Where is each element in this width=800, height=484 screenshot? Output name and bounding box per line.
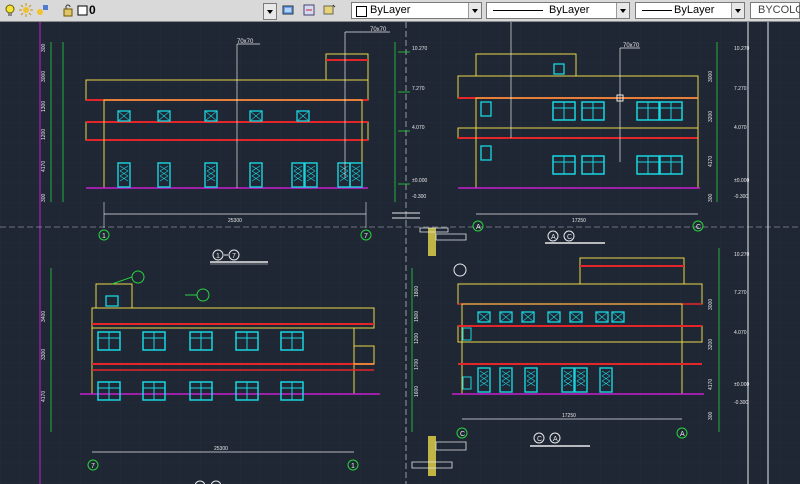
layer-match-icon[interactable] [322, 3, 336, 17]
linetype-sample [493, 10, 543, 11]
elev2-title-axis-a: A [551, 234, 556, 241]
color-swatch [356, 6, 367, 17]
elev3-overall-dim: 25300 [214, 446, 228, 452]
elev2-level-2: 4.070 [734, 125, 747, 131]
elev2-level-3: ±0.000 [734, 178, 749, 184]
linetype-value: ByLayer [549, 4, 590, 16]
lineweight-value: ByLayer [674, 4, 715, 16]
layer-previous-icon[interactable] [302, 3, 316, 17]
elev2-title-axis-b: C [567, 234, 572, 241]
elev2-dim-0: 3000 [708, 71, 714, 82]
elev1-level-2: 4.070 [412, 125, 425, 131]
elev1-axis-left: 1 [102, 233, 106, 240]
elev4-ldim-4: 1600 [414, 386, 420, 397]
elev4-rdim-2: 4170 [708, 379, 714, 390]
elev3-dim-1: 3300 [41, 349, 47, 360]
elev2-axis-right: C [696, 224, 701, 231]
sun-icon[interactable] [19, 3, 33, 17]
elev2-level-1: 7.270 [734, 86, 747, 92]
elev4-ldim-1: 1500 [414, 311, 420, 322]
lineweight-sample [642, 10, 672, 11]
elev1-dim-1: 3000 [41, 71, 47, 82]
linetype-control[interactable]: ByLayer [486, 2, 630, 19]
elev4-ldim-3: 1700 [414, 359, 420, 370]
elev4-level-3: ±0.000 [734, 382, 749, 388]
elev2-level-4: -0.300 [734, 194, 748, 200]
elev4-level-1: 7.270 [734, 290, 747, 296]
elev1-tag2: 70x70 [370, 27, 387, 33]
elev1-tag: 70x70 [237, 39, 254, 45]
layer-dropdown[interactable] [86, 2, 278, 20]
elev2-level-0: 10.270 [734, 46, 750, 52]
plotstyle-value: BYCOLOR [758, 4, 800, 16]
drawing-canvas[interactable]: 70x70 70x70 300 3000 1300 1200 4170 300 … [0, 22, 800, 484]
elev4-overall-dim: 17250 [562, 413, 576, 419]
elev4-rdim-0: 3000 [708, 299, 714, 310]
color-chevron-down-icon[interactable] [468, 3, 481, 18]
lightbulb-icon[interactable] [3, 3, 17, 17]
elev3-dim-0: 3400 [41, 311, 47, 322]
elev4-level-0: 10.270 [734, 252, 750, 258]
lineweight-chevron-down-icon[interactable] [731, 3, 744, 18]
make-current-icon[interactable] [282, 3, 296, 17]
elev4-level-4: -0.300 [734, 400, 748, 406]
linetype-chevron-down-icon[interactable] [616, 3, 629, 18]
elev4-axis-right: A [680, 431, 685, 438]
elev4-ldim-2: 1200 [414, 333, 420, 344]
plotstyle-control[interactable]: BYCOLOR [750, 2, 800, 19]
elev3-axis-left: 7 [91, 463, 95, 470]
elev4-title-axis-a: C [537, 436, 542, 443]
elev1-overall-dim: 25300 [228, 218, 242, 224]
elev1-level-0: 10.270 [412, 46, 428, 52]
elev1-title-axis-a: 1 [216, 253, 220, 260]
color-value: ByLayer [370, 4, 411, 16]
elev2-dim-1: 3200 [708, 111, 714, 122]
elev2-overall-dim: 17250 [572, 218, 586, 224]
elev3-dim-2: 4170 [41, 391, 47, 402]
elev4-rdim-1: 3200 [708, 339, 714, 350]
layer-lock-icon[interactable] [61, 3, 75, 17]
elev1-dim-4: 4170 [41, 161, 47, 172]
elev2-tag: 70x70 [623, 43, 640, 49]
layer-dropdown-chevron-icon[interactable] [263, 3, 277, 20]
elev1-title-axis-b: 7 [232, 253, 236, 260]
elev1-axis-right: 7 [364, 233, 368, 240]
elev4-axis-left: C [460, 431, 465, 438]
properties-toolbar: 0 ByLayer ByLayer ByLayer BYCOLOR [0, 0, 800, 22]
elev2-axis-left: A [476, 224, 481, 231]
elev2-dim-3: 300 [708, 193, 714, 202]
elev3-axis-right: 1 [351, 463, 355, 470]
elev1-dim-2: 1300 [41, 101, 47, 112]
sun-small-icon[interactable] [35, 3, 49, 17]
elev4-level-2: 4.070 [734, 330, 747, 336]
elev1-level-4: -0.300 [412, 194, 426, 200]
color-control[interactable]: ByLayer [351, 2, 482, 19]
elev4-ldim-0: 1800 [414, 286, 420, 297]
elev2-dim-2: 4170 [708, 156, 714, 167]
elev1-dim-0: 300 [41, 43, 47, 52]
elev4-title-axis-b: A [553, 436, 558, 443]
elev1-dim-3: 1200 [41, 129, 47, 140]
cad-drawing[interactable]: 70x70 70x70 300 3000 1300 1200 4170 300 … [0, 22, 800, 484]
lineweight-control[interactable]: ByLayer [635, 2, 745, 19]
elev4-rdim-3: 300 [708, 411, 714, 420]
elev1-dim-5: 300 [41, 193, 47, 202]
elev1-level-3: ±0.000 [412, 178, 427, 184]
elev1-level-1: 7.270 [412, 86, 425, 92]
